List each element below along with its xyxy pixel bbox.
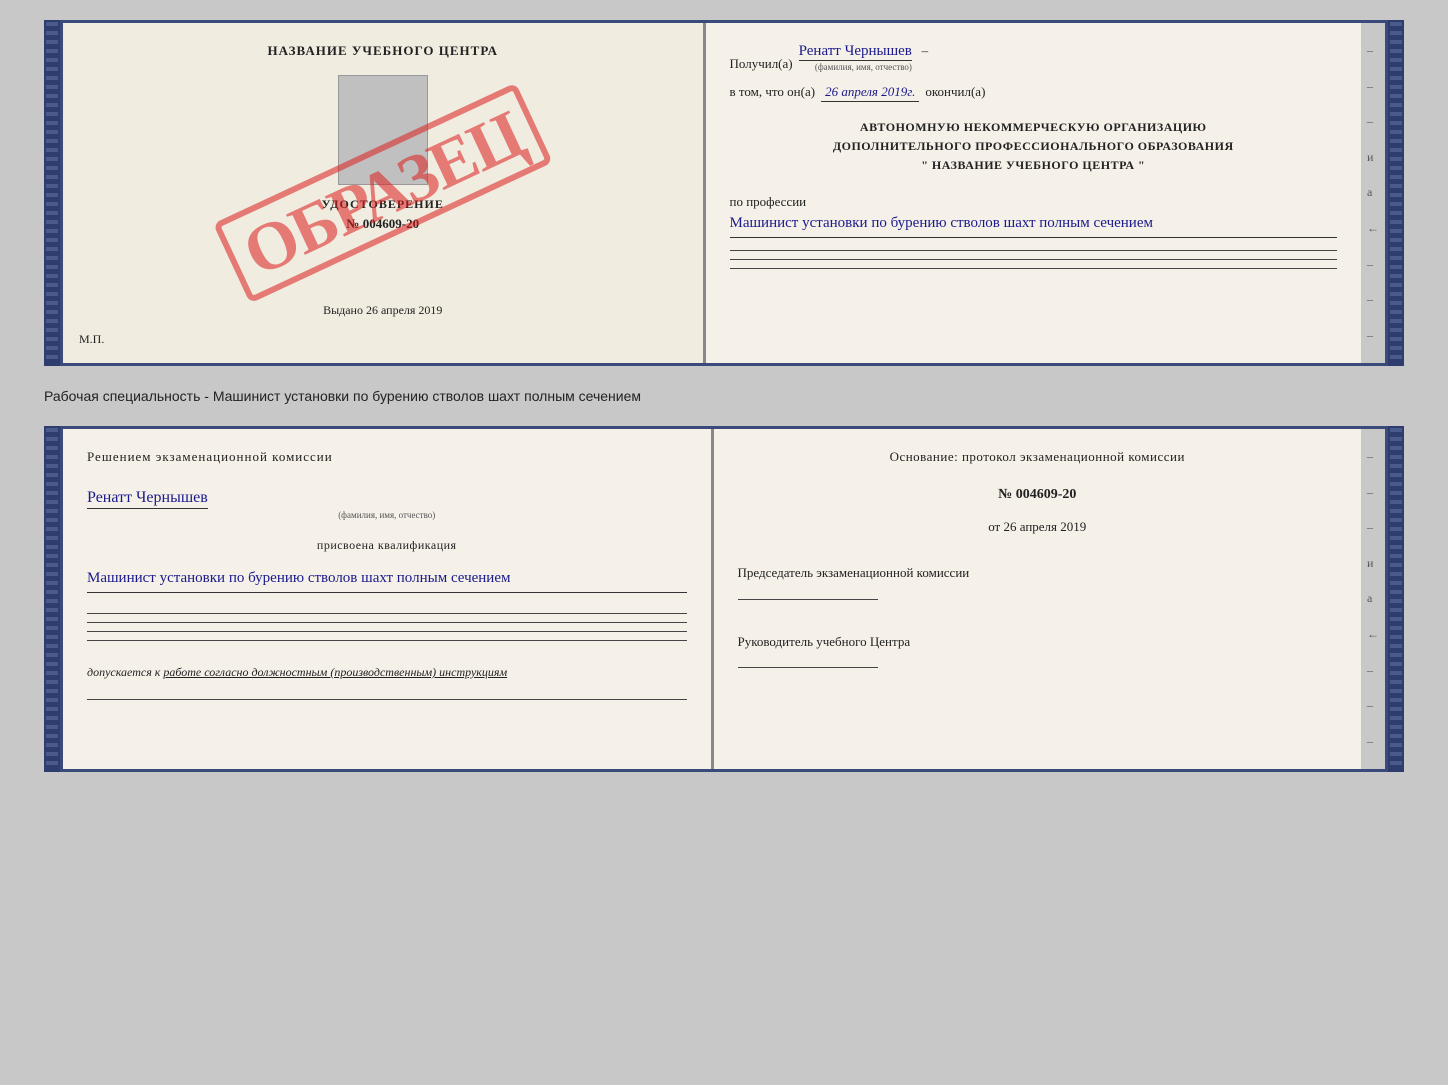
bottom-left-lines	[87, 613, 687, 641]
profession-value-top: Машинист установки по бурению стволов ша…	[730, 211, 1338, 238]
bottom-document: Решением экзаменационной комиссии Ренатт…	[60, 426, 1388, 772]
vydano-line: Выдано 26 апреля 2019	[323, 303, 442, 318]
specialty-label: Рабочая специальность - Машинист установ…	[44, 384, 1404, 408]
fio-value-bottom: Ренатт Чернышев	[87, 489, 208, 509]
vtom-label: в том, что он(а)	[730, 84, 816, 100]
hr-line-1	[730, 250, 1338, 251]
bl-hr-5	[87, 699, 687, 700]
fio-block: Ренатт Чернышев – (фамилия, имя, отчеств…	[799, 43, 929, 72]
top-document: НАЗВАНИЕ УЧЕБНОГО ЦЕНТРА УДОСТОВЕРЕНИЕ №…	[60, 20, 1388, 366]
bl-hr-2	[87, 622, 687, 623]
fio-block-bottom: Ренатт Чернышев (фамилия, имя, отчество)	[87, 489, 687, 520]
dopuskaetsya-value: работе согласно должностным (производств…	[163, 665, 507, 679]
top-document-wrapper: НАЗВАНИЕ УЧЕБНОГО ЦЕНТРА УДОСТОВЕРЕНИЕ №…	[44, 20, 1404, 366]
fio-hint-top: (фамилия, имя, отчество)	[799, 62, 929, 72]
okonchil-label: окончил(а)	[925, 84, 985, 100]
prof-block: по профессии Машинист установки по бурен…	[730, 192, 1338, 238]
bottom-document-wrapper: Решением экзаменационной комиссии Ренатт…	[44, 426, 1404, 772]
protocol-number: № 004609-20	[738, 487, 1338, 503]
po-professii-label: по профессии	[730, 194, 807, 209]
left-spine-top	[44, 20, 60, 366]
cert-number-top: № 004609-20	[346, 216, 419, 232]
decision-title: Решением экзаменационной комиссии	[87, 449, 687, 465]
fio-hint-bottom: (фамилия, имя, отчество)	[87, 510, 687, 520]
vtom-date: 26 апреля 2019г.	[821, 84, 919, 102]
udost-label: УДОСТОВЕРЕНИЕ	[322, 197, 444, 212]
top-doc-left: НАЗВАНИЕ УЧЕБНОГО ЦЕНТРА УДОСТОВЕРЕНИЕ №…	[63, 23, 706, 363]
protocol-date-value: 26 апреля 2019	[1003, 519, 1086, 534]
hr-line-2	[730, 259, 1338, 260]
vydano-date: 26 апреля 2019	[366, 303, 442, 317]
hr-line-3	[730, 268, 1338, 269]
dopuskaetsya-block: допускается к работе согласно должностны…	[87, 663, 687, 681]
fio-value-top: Ренатт Чернышев	[799, 43, 912, 61]
chair-sign-line	[738, 599, 878, 600]
kvali-value: Машинист установки по бурению стволов ша…	[87, 565, 687, 593]
rukv-sign-line	[738, 667, 878, 668]
bl-hr-3	[87, 631, 687, 632]
org-line3: " НАЗВАНИЕ УЧЕБНОГО ЦЕНТРА "	[730, 156, 1338, 175]
protocol-date: от 26 апреля 2019	[738, 519, 1338, 535]
bottom-doc-left: Решением экзаменационной комиссии Ренатт…	[63, 429, 714, 769]
right-margin-bottom: – – – и а ← – – –	[1361, 429, 1385, 769]
protocol-date-prefix: от	[988, 519, 1000, 534]
cert-title: НАЗВАНИЕ УЧЕБНОГО ЦЕНТРА	[267, 43, 498, 59]
chair-label: Председатель экзаменационной комиссии	[738, 563, 1338, 583]
bottom-doc-right: Основание: протокол экзаменационной коми…	[714, 429, 1362, 769]
dopuskaetsya-label: допускается к	[87, 665, 160, 679]
left-spine-bottom	[44, 426, 60, 772]
right-spine-bottom	[1388, 426, 1404, 772]
top-doc-right: Получил(а) Ренатт Чернышев – (фамилия, и…	[706, 23, 1362, 363]
right-margin-top: – – – и а ← – – –	[1361, 23, 1385, 363]
vydano-label: Выдано	[323, 303, 363, 317]
vtom-row: в том, что он(а) 26 апреля 2019г. окончи…	[730, 84, 1338, 102]
poluchil-label: Получил(а)	[730, 56, 793, 72]
signature-lines-top	[730, 250, 1338, 269]
prisvoena-label: присвоена квалификация	[87, 538, 687, 553]
org-line1: АВТОНОМНУЮ НЕКОММЕРЧЕСКУЮ ОРГАНИЗАЦИЮ	[730, 118, 1338, 137]
bl-hr-1	[87, 613, 687, 614]
osnov-title: Основание: протокол экзаменационной коми…	[738, 449, 1338, 465]
right-spine-top	[1388, 20, 1404, 366]
org-line2: ДОПОЛНИТЕЛЬНОГО ПРОФЕССИОНАЛЬНОГО ОБРАЗО…	[730, 137, 1338, 156]
bl-hr-4	[87, 640, 687, 641]
kvali-block: Машинист установки по бурению стволов ша…	[87, 565, 687, 593]
photo-placeholder	[338, 75, 428, 185]
mp-label: М.П.	[79, 332, 104, 347]
rukv-label: Руководитель учебного Центра	[738, 632, 1338, 652]
poluchil-row: Получил(а) Ренатт Чернышев – (фамилия, и…	[730, 43, 1338, 72]
org-block: АВТОНОМНУЮ НЕКОММЕРЧЕСКУЮ ОРГАНИЗАЦИЮ ДО…	[730, 118, 1338, 176]
